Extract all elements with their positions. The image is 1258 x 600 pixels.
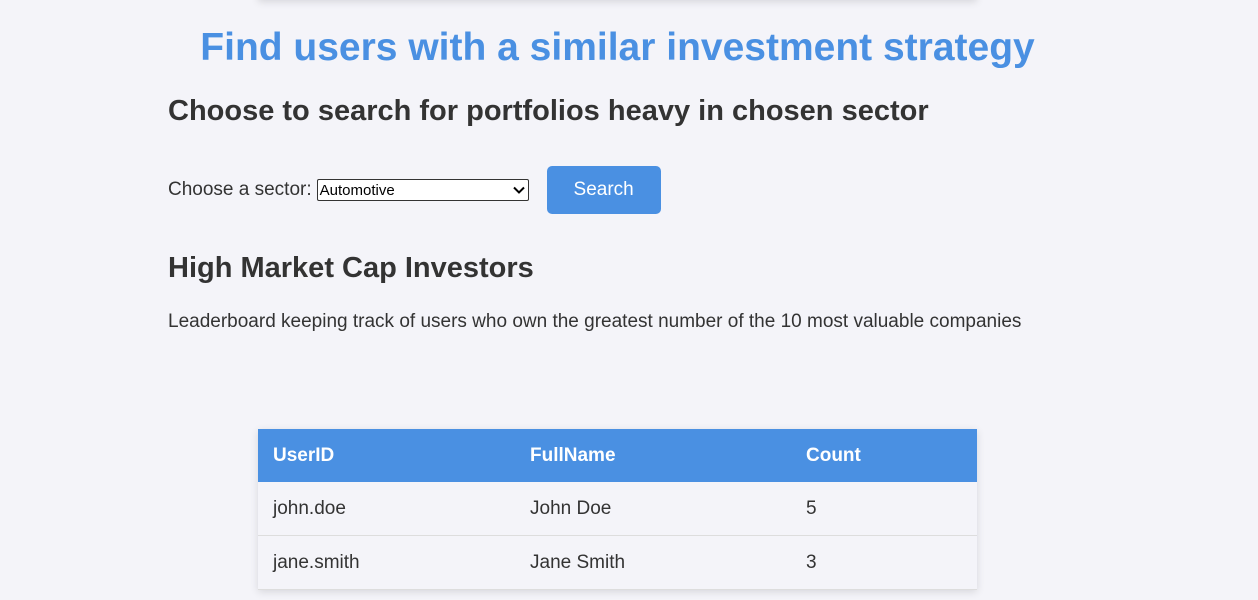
leaderboard-description: Leaderboard keeping track of users who o…	[168, 311, 1022, 332]
chevron-down-icon	[512, 186, 525, 194]
search-button[interactable]: Search	[546, 166, 661, 214]
sector-select-value: Automotive	[319, 181, 395, 199]
page-title: Find users with a similar investment str…	[200, 26, 1035, 69]
cell-userid: john.doe	[258, 482, 515, 536]
leaderboard-table-container: UserID FullName Count john.doe John Doe …	[258, 429, 977, 590]
cell-userid: jane.smith	[258, 535, 515, 590]
column-header-userid: UserID	[273, 444, 335, 466]
cell-fullname: Jane Smith	[515, 535, 791, 590]
cell-count: 5	[791, 482, 977, 536]
leaderboard-heading: High Market Cap Investors	[168, 252, 534, 284]
sector-label: Choose a sector:	[168, 179, 312, 200]
leaderboard-table: UserID FullName Count john.doe John Doe …	[258, 429, 977, 590]
table-row: john.doe John Doe 5	[258, 482, 977, 536]
column-header-fullname: FullName	[530, 444, 616, 466]
sector-search-form: Choose a sector: Automotive Search	[168, 166, 661, 214]
cell-fullname: John Doe	[515, 482, 791, 536]
sector-select[interactable]: Automotive	[316, 179, 529, 201]
table-header-row: UserID FullName Count	[258, 429, 977, 482]
table-row: jane.smith Jane Smith 3	[258, 535, 977, 590]
column-header-count: Count	[806, 444, 861, 466]
sector-search-heading: Choose to search for portfolios heavy in…	[168, 95, 929, 127]
cell-count: 3	[791, 535, 977, 590]
